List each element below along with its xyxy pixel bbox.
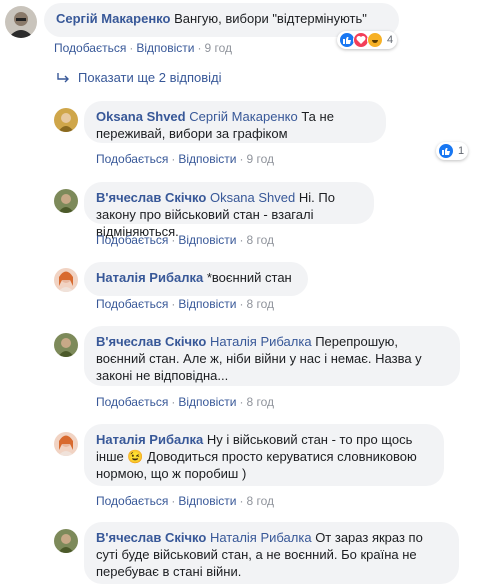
reply-actions: Подобається · Відповісти · 8 год bbox=[96, 233, 274, 247]
reply-bubble: Наталія Рибалка Ну і військовий стан - т… bbox=[84, 424, 444, 486]
reply-button[interactable]: Відповісти bbox=[136, 41, 194, 55]
avatar-sergii[interactable] bbox=[5, 6, 37, 38]
reply-mention[interactable]: Сергій Макаренко bbox=[189, 109, 297, 124]
like-button[interactable]: Подобається bbox=[96, 233, 168, 247]
like-reaction-icon bbox=[438, 143, 454, 159]
reply-mention[interactable]: Oksana Shved bbox=[210, 190, 295, 205]
reply-button[interactable]: Відповісти bbox=[178, 395, 236, 409]
reply-bubble: В'ячеслав Скічко Наталія Рибалка Перепро… bbox=[84, 326, 460, 386]
comment-text: Вангую, вибори "відтермінують" bbox=[174, 11, 367, 26]
avatar-viacheslav[interactable] bbox=[54, 189, 78, 213]
timestamp[interactable]: 9 год bbox=[204, 41, 232, 55]
comment-author[interactable]: Сергій Макаренко bbox=[56, 11, 170, 26]
avatar-nataliia[interactable] bbox=[54, 268, 78, 292]
reply-actions: Подобається · Відповісти · 8 год bbox=[96, 297, 274, 311]
reply-text: *воєнний стан bbox=[206, 270, 292, 285]
reply-author[interactable]: В'ячеслав Скічко bbox=[96, 530, 206, 545]
reply-mention[interactable]: Наталія Рибалка bbox=[210, 334, 312, 349]
reply-author[interactable]: Наталія Рибалка bbox=[96, 432, 203, 447]
timestamp[interactable]: 9 год bbox=[246, 152, 274, 166]
like-button[interactable]: Подобається bbox=[96, 494, 168, 508]
reactions-summary[interactable]: 4 bbox=[337, 31, 398, 49]
reply-actions: Подобається · Відповісти · 8 год bbox=[96, 494, 274, 508]
avatar-oksana[interactable] bbox=[54, 108, 78, 132]
comment-actions: Подобається · Відповісти · 9 год bbox=[54, 41, 232, 55]
show-more-label: Показати ще 2 відповіді bbox=[78, 70, 222, 85]
like-button[interactable]: Подобається bbox=[96, 152, 168, 166]
timestamp[interactable]: 8 год bbox=[246, 297, 274, 311]
reply-bubble: Oksana Shved Сергій Макаренко Та не пере… bbox=[84, 101, 386, 143]
like-button[interactable]: Подобається bbox=[96, 395, 168, 409]
reply-bubble: В'ячеслав Скічко Oksana Shved Ні. По зак… bbox=[84, 182, 374, 239]
show-more-replies[interactable]: Показати ще 2 відповіді bbox=[57, 70, 222, 85]
like-button[interactable]: Подобається bbox=[54, 41, 126, 55]
reply-arrow-icon bbox=[57, 73, 69, 83]
reaction-count: 4 bbox=[387, 34, 394, 46]
reply-actions: Подобається · Відповісти · 8 год bbox=[96, 395, 274, 409]
reply-bubble: В'ячеслав Скічко Наталія Рибалка От зара… bbox=[84, 522, 459, 584]
reply-author[interactable]: Oksana Shved bbox=[96, 109, 186, 124]
reply-button[interactable]: Відповісти bbox=[178, 152, 236, 166]
like-button[interactable]: Подобається bbox=[96, 297, 168, 311]
avatar-nataliia[interactable] bbox=[54, 432, 78, 456]
reply-button[interactable]: Відповісти bbox=[178, 297, 236, 311]
reactions-summary[interactable]: 1 bbox=[436, 142, 469, 160]
haha-reaction-icon bbox=[367, 32, 383, 48]
reply-actions: Подобається · Відповісти · 9 год bbox=[96, 152, 274, 166]
reply-mention[interactable]: Наталія Рибалка bbox=[210, 530, 312, 545]
reply-bubble: Наталія Рибалка *воєнний стан bbox=[84, 262, 308, 296]
reply-button[interactable]: Відповісти bbox=[178, 494, 236, 508]
timestamp[interactable]: 8 год bbox=[246, 395, 274, 409]
reply-author[interactable]: В'ячеслав Скічко bbox=[96, 334, 206, 349]
timestamp[interactable]: 8 год bbox=[246, 233, 274, 247]
reply-author[interactable]: В'ячеслав Скічко bbox=[96, 190, 206, 205]
reaction-count: 1 bbox=[458, 145, 465, 157]
avatar-viacheslav[interactable] bbox=[54, 529, 78, 553]
reply-button[interactable]: Відповісти bbox=[178, 233, 236, 247]
avatar-viacheslav[interactable] bbox=[54, 333, 78, 357]
timestamp[interactable]: 8 год bbox=[246, 494, 274, 508]
reply-author[interactable]: Наталія Рибалка bbox=[96, 270, 203, 285]
